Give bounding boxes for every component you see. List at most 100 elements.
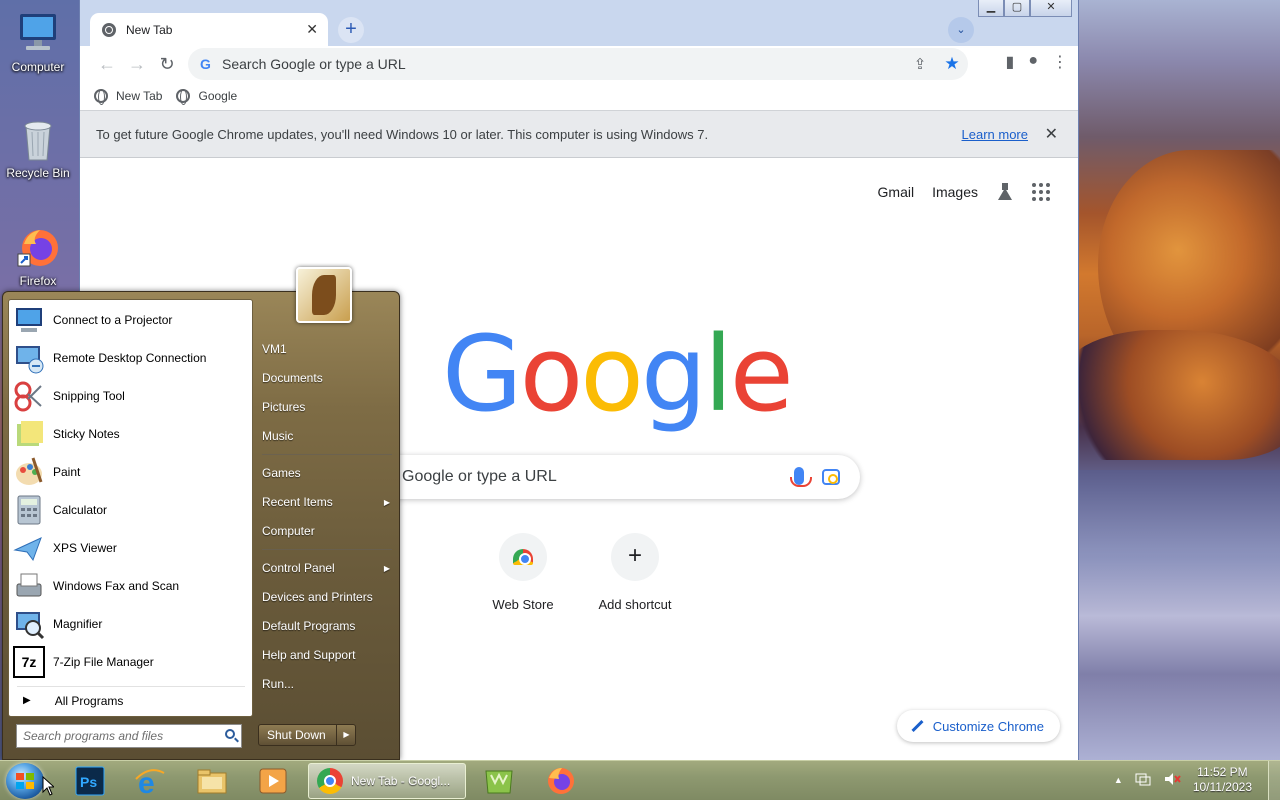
program-label: Paint xyxy=(53,465,81,479)
all-programs-label: All Programs xyxy=(54,693,124,708)
close-window-button[interactable]: ✕ xyxy=(1030,0,1072,17)
program-xps-viewer[interactable]: XPS Viewer xyxy=(13,530,249,566)
plus-icon: + xyxy=(611,533,659,581)
profile-icon[interactable]: ● xyxy=(1028,52,1038,72)
show-desktop-button[interactable] xyxy=(1268,761,1280,800)
user-picture-avatar[interactable] xyxy=(296,267,352,323)
start-button[interactable] xyxy=(6,763,44,799)
program-magnifier[interactable]: Magnifier xyxy=(13,606,249,642)
place-help-support[interactable]: Help and Support xyxy=(262,642,396,668)
toolbar-right: ▮ ● ⋮ xyxy=(1006,52,1068,72)
bookmarks-bar: New Tab Google xyxy=(80,82,1078,110)
program-connect-projector[interactable]: Connect to a Projector xyxy=(13,302,249,338)
submenu-arrow-icon: ▶ xyxy=(383,497,390,507)
program-calculator[interactable]: Calculator xyxy=(13,492,249,528)
start-search-placeholder: Search programs and files xyxy=(23,729,164,743)
close-infobar-icon[interactable]: ✕ xyxy=(1045,124,1058,144)
clock[interactable]: 11:52 PM 10/11/2023 xyxy=(1193,765,1252,795)
place-games[interactable]: Games xyxy=(262,460,396,486)
xps-viewer-icon xyxy=(13,532,45,564)
program-remote-desktop[interactable]: Remote Desktop Connection xyxy=(13,340,249,376)
place-recent-items[interactable]: Recent Items ▶ xyxy=(262,489,396,515)
taskbar-chrome-window[interactable]: New Tab - Googl... xyxy=(308,763,466,799)
network-icon[interactable] xyxy=(1135,771,1151,790)
place-default-programs[interactable]: Default Programs xyxy=(262,613,396,639)
infobar-message: To get future Google Chrome updates, you… xyxy=(96,126,709,142)
taskbar-media-player[interactable] xyxy=(257,765,289,797)
maximize-button[interactable]: ▢ xyxy=(1004,0,1030,17)
volume-muted-icon[interactable] xyxy=(1163,771,1181,790)
place-control-panel[interactable]: Control Panel ▶ xyxy=(262,555,396,581)
menu-kebab-icon[interactable]: ⋮ xyxy=(1052,52,1068,72)
customize-chrome-button[interactable]: Customize Chrome xyxy=(896,710,1060,742)
program-label: Sticky Notes xyxy=(53,427,120,441)
forward-button[interactable]: → xyxy=(122,54,152,75)
bookmark-label: Google xyxy=(198,89,238,103)
show-hidden-icons-arrow[interactable]: ▲ xyxy=(1114,775,1123,785)
place-label: VM1 xyxy=(262,342,287,356)
place-run[interactable]: Run... xyxy=(262,671,396,697)
start-menu-programs: Connect to a Projector Remote Desktop Co… xyxy=(8,299,253,717)
google-lens-icon[interactable] xyxy=(822,469,840,485)
taskbar-task-label: New Tab - Googl... xyxy=(351,774,451,788)
shut-down-options-arrow[interactable]: ▶ xyxy=(336,724,356,746)
program-7zip[interactable]: 7z 7-Zip File Manager xyxy=(13,644,249,680)
google-g-icon: G xyxy=(200,56,211,72)
voice-search-icon[interactable] xyxy=(790,467,812,487)
ntp-search-box[interactable]: Google or type a URL xyxy=(366,455,860,499)
desktop-icon-firefox[interactable]: Firefox xyxy=(2,224,74,288)
back-button[interactable]: ← xyxy=(92,54,122,75)
close-tab-icon[interactable]: ✕ xyxy=(306,21,318,38)
taskbar-firefox[interactable] xyxy=(545,765,577,797)
side-panel-icon[interactable]: ▮ xyxy=(1006,52,1015,72)
minimize-button[interactable]: ▁ xyxy=(978,0,1004,17)
bookmark-new-tab[interactable]: New Tab xyxy=(94,89,162,105)
place-documents[interactable]: Documents xyxy=(262,365,396,391)
start-search-input[interactable]: Search programs and files xyxy=(16,724,242,748)
bookmark-google[interactable]: Google xyxy=(176,89,238,105)
shortcut-web-store[interactable]: Web Store xyxy=(468,533,578,612)
taskbar-file-explorer[interactable] xyxy=(196,765,228,797)
images-link[interactable]: Images xyxy=(932,184,978,200)
logo-letter: G xyxy=(442,313,523,435)
reload-button[interactable]: ↻ xyxy=(152,54,182,75)
all-programs-button[interactable]: ▶ All Programs xyxy=(17,686,245,712)
share-icon[interactable]: ⇪ xyxy=(904,55,936,73)
wallpaper-right xyxy=(1078,0,1280,762)
place-label: Run... xyxy=(262,677,295,691)
bookmark-star-icon[interactable]: ★ xyxy=(936,54,968,74)
learn-more-link[interactable]: Learn more xyxy=(962,127,1028,142)
tab-new-tab[interactable]: New Tab ✕ xyxy=(90,13,328,46)
address-bar[interactable]: G Search Google or type a URL ⇪ ★ xyxy=(188,48,968,80)
tab-search-button[interactable]: ⌄ xyxy=(948,17,974,43)
clock-time: 11:52 PM xyxy=(1197,765,1248,779)
taskbar-app-green[interactable] xyxy=(483,765,515,797)
place-pictures[interactable]: Pictures xyxy=(262,394,396,420)
program-sticky-notes[interactable]: Sticky Notes xyxy=(13,416,249,452)
desktop-icon-recycle-bin[interactable]: Recycle Bin xyxy=(2,116,74,180)
place-computer[interactable]: Computer xyxy=(262,518,396,544)
program-fax-scan[interactable]: Windows Fax and Scan xyxy=(13,568,249,604)
google-apps-icon[interactable] xyxy=(1032,183,1050,201)
taskbar-photoshop[interactable]: Ps xyxy=(74,765,106,797)
wallpaper-sea xyxy=(1078,470,1280,762)
place-devices-printers[interactable]: Devices and Printers xyxy=(262,584,396,610)
program-paint[interactable]: Paint xyxy=(13,454,249,490)
fax-scanner-icon xyxy=(13,570,45,602)
taskbar-internet-explorer[interactable]: e xyxy=(134,765,166,800)
program-snipping-tool[interactable]: Snipping Tool xyxy=(13,378,249,414)
place-music[interactable]: Music xyxy=(262,423,396,449)
green-app-icon xyxy=(485,770,513,794)
calculator-icon xyxy=(13,494,45,526)
search-icon xyxy=(225,729,235,739)
place-label: Pictures xyxy=(262,400,306,414)
place-label: Recent Items xyxy=(262,495,333,509)
shortcut-add[interactable]: + Add shortcut xyxy=(580,533,690,612)
internet-explorer-icon: e xyxy=(135,767,165,800)
gmail-link[interactable]: Gmail xyxy=(878,184,915,200)
place-user-vm1[interactable]: VM1 xyxy=(262,336,396,362)
desktop-icon-computer[interactable]: Computer xyxy=(2,10,74,74)
mouse-cursor-icon xyxy=(42,776,54,796)
labs-flask-icon[interactable] xyxy=(996,183,1014,201)
new-tab-button[interactable]: + xyxy=(338,17,364,43)
